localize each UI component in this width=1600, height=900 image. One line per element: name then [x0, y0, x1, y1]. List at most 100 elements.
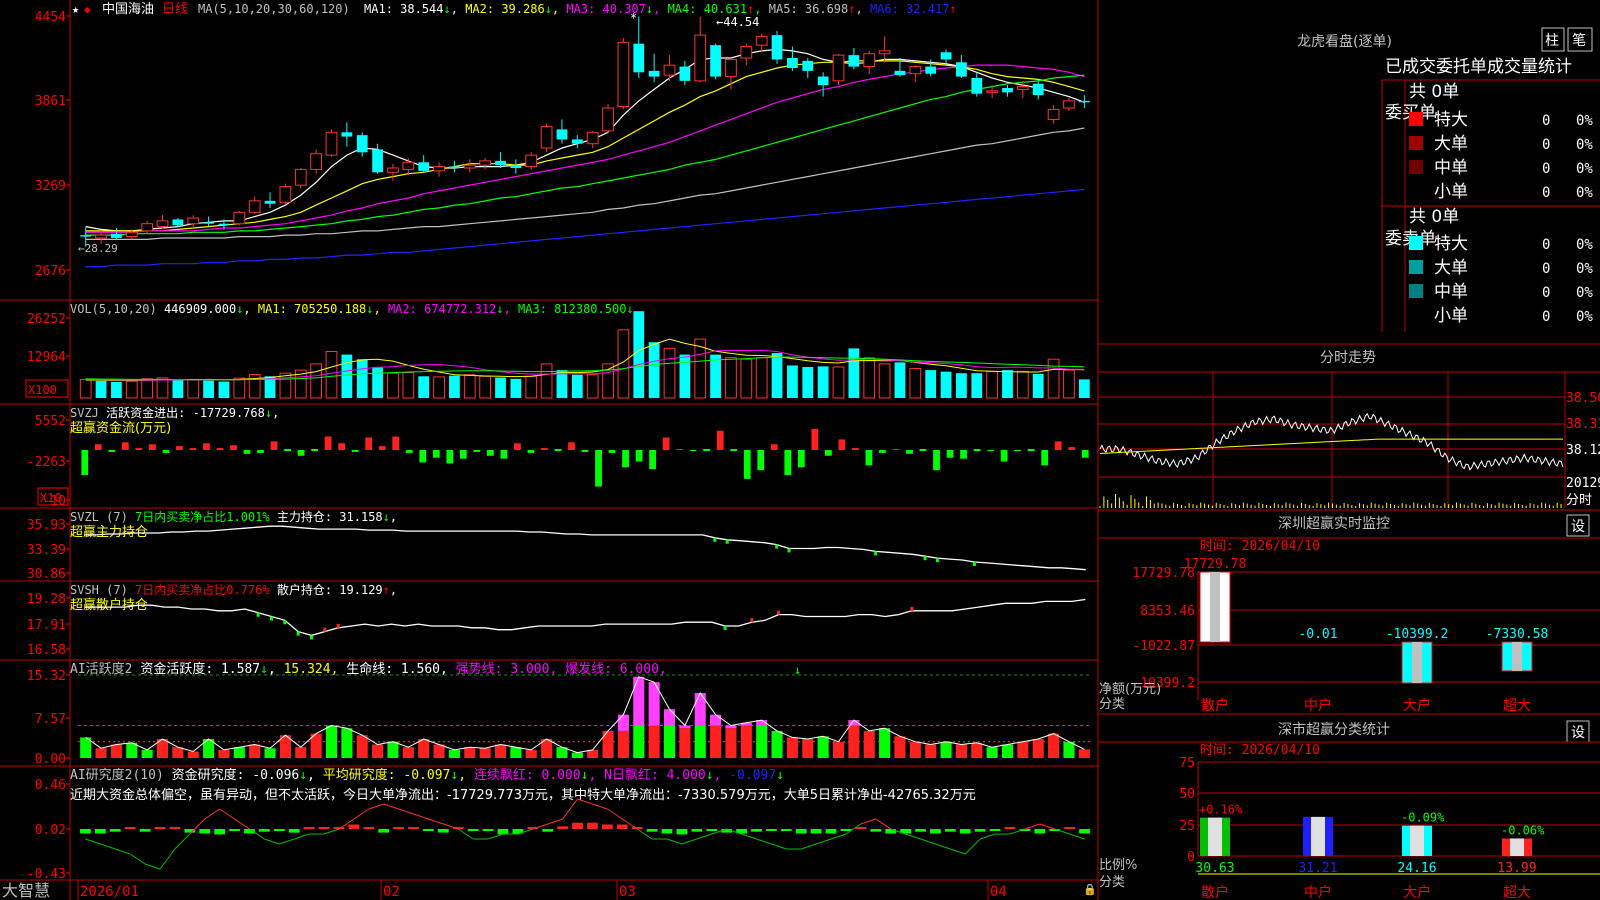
fund-flow-unit: X10	[40, 491, 62, 505]
fund-flow-bar	[960, 450, 967, 459]
axis-tick-label: -0.43	[27, 867, 66, 882]
research-bar	[780, 829, 792, 831]
ma2-arrow: ↓	[545, 2, 552, 16]
retail-holding-ratio: 7日内买卖净占比0.776%	[135, 582, 270, 597]
ai-activity-panel[interactable]: AI活跃度2 资金活跃度: 1.587↓, 15.324, 生命线: 1.560…	[27, 661, 1092, 767]
fund-flow-bar	[176, 446, 183, 450]
volume-bar	[956, 373, 967, 398]
research-bar	[974, 829, 986, 832]
volume-bar	[525, 375, 538, 399]
ma4-name: MA4	[668, 2, 690, 16]
volume-bar	[310, 363, 323, 399]
research-line	[368, 803, 384, 810]
volume-title: VOL(5,10,20)	[70, 302, 157, 316]
volume-bar	[233, 377, 246, 399]
holding-tick-mark	[750, 618, 754, 623]
volume-bar	[971, 373, 983, 398]
intraday-panel[interactable]: 分时走势 38.50 38.31 38.12 20129 分时	[1098, 350, 1600, 508]
activity-bar	[955, 744, 967, 758]
volume-bar	[125, 380, 138, 399]
volume-bar	[878, 363, 891, 399]
date-label-feb: 02	[383, 884, 400, 900]
holding-tick-mark	[776, 610, 780, 615]
ma1-arrow: ↓	[444, 2, 451, 16]
classify-bar-shade	[1510, 838, 1524, 856]
fund-flow-bar	[716, 430, 724, 450]
candle-panel[interactable]: 4454 3861 3269 2676 ★ ◆ 中国海油 日线 MA(5,10,20,…	[35, 2, 1090, 279]
volume-bar	[510, 378, 522, 398]
fund-flow-bar	[189, 448, 197, 450]
ai-research-f5: -0.097	[729, 768, 776, 783]
monitor-panel[interactable]: 深圳超赢实时监控 设 时间: 2026/04/10 17729.78 8353.4…	[1098, 514, 1600, 714]
activity-bar-peak	[663, 709, 676, 726]
classify-tick-label: 25	[1179, 819, 1195, 834]
candle-body	[802, 60, 814, 71]
classify-time: 时间: 2026/04/10	[1200, 743, 1320, 758]
research-bar	[482, 829, 494, 831]
activity-bar	[1048, 733, 1060, 758]
ai-research-panel[interactable]: AI研究度2(10) 资金研究度: -0.096↓, 平均研究度: -0.097…	[27, 767, 1090, 882]
monitor-bar-value: -7330.58	[1486, 627, 1549, 642]
research-line	[398, 808, 414, 815]
research-bar	[288, 829, 300, 833]
research-bar	[944, 829, 956, 832]
activity-bar	[909, 741, 921, 758]
monitor-title: 深圳超赢实时监控	[1278, 515, 1390, 532]
ma-line-3	[85, 64, 1085, 233]
fund-flow-panel[interactable]: SVZJ 活跃资金进出: -17729.768↓, 超赢资金流(万元) 5552…	[27, 405, 1089, 509]
volume-bar	[141, 378, 154, 399]
candle-body	[832, 54, 845, 82]
stock-chart-window[interactable]: 4454 3861 3269 2676 ★ ◆ 中国海油 日线 MA(5,10,20,…	[0, 0, 1600, 900]
research-line	[353, 808, 370, 820]
fund-flow-bar	[243, 450, 251, 454]
volume-bar	[633, 311, 645, 398]
ai-activity-marker-icon: ↓	[794, 663, 801, 677]
buy-s-pct: 0%	[1576, 185, 1593, 201]
fund-flow-bar	[216, 448, 224, 450]
volume-panel[interactable]: VOL(5,10,20) 446909.000↓, MA1: 705250.18…	[25, 302, 1090, 399]
fund-flow-bar	[432, 450, 440, 458]
candle-body	[387, 167, 399, 173]
sell-xl-swatch	[1409, 236, 1423, 250]
volume-bar	[848, 348, 860, 398]
main-holding-panel[interactable]: SVZL (7) 7日内买卖净占比1.001% 主力持仓: 31.158↓, 超…	[27, 509, 1086, 582]
axis-tick-label: 12964	[27, 350, 66, 365]
candles[interactable]	[80, 16, 1090, 247]
lock-icon[interactable]: 🔒	[1083, 883, 1097, 896]
activity-bar-peak	[617, 714, 629, 731]
dragon-tiger-panel[interactable]: 龙虎看盘(逐单) 柱 笔 已成交委托单成交量统计 委买单 共 0单 特大 0 0…	[1297, 27, 1600, 332]
fund-flow-bar	[649, 450, 656, 470]
volume-bar	[187, 378, 200, 399]
research-bar	[810, 829, 822, 834]
fund-flow-bar	[852, 448, 859, 450]
activity-bar	[894, 736, 906, 758]
classify-category-label: 散户	[1201, 884, 1229, 900]
candle-body	[510, 165, 522, 168]
buy-total: 共 0单	[1409, 82, 1459, 102]
sell-m-swatch	[1409, 284, 1423, 298]
candle-body	[325, 131, 338, 156]
activity-bar	[817, 736, 829, 758]
research-bar	[423, 829, 434, 831]
buy-l-label: 大单	[1434, 134, 1468, 154]
research-bar	[363, 827, 375, 829]
candle-body	[894, 70, 906, 76]
sell-l-count: 0	[1542, 261, 1550, 277]
retail-holding-panel[interactable]: SVSH (7) 7日内买卖净占比0.776% 散户持仓: 19.129↑, 超…	[27, 582, 1086, 658]
high-marker-icon: *	[630, 11, 637, 25]
fund-flow-text: 活跃资金进出: -17729.768	[106, 405, 265, 420]
candle-body	[956, 62, 967, 77]
candle-body	[602, 107, 614, 132]
fund-flow-bar	[703, 449, 711, 451]
candle-body	[571, 139, 583, 144]
volume-bar	[495, 377, 506, 398]
volume-bar	[740, 358, 753, 399]
low-price-value: 28.29	[85, 242, 118, 255]
volume-bar	[894, 362, 906, 398]
classify-bar-shade	[1311, 816, 1325, 856]
research-bar	[959, 829, 971, 834]
holding-line	[84, 525, 1086, 571]
research-bar	[840, 829, 852, 831]
research-line	[1039, 823, 1055, 830]
classify-panel[interactable]: 深市超赢分类统计 设 时间: 2026/04/10 75 50 25 0 +0.16%…	[1098, 720, 1600, 900]
